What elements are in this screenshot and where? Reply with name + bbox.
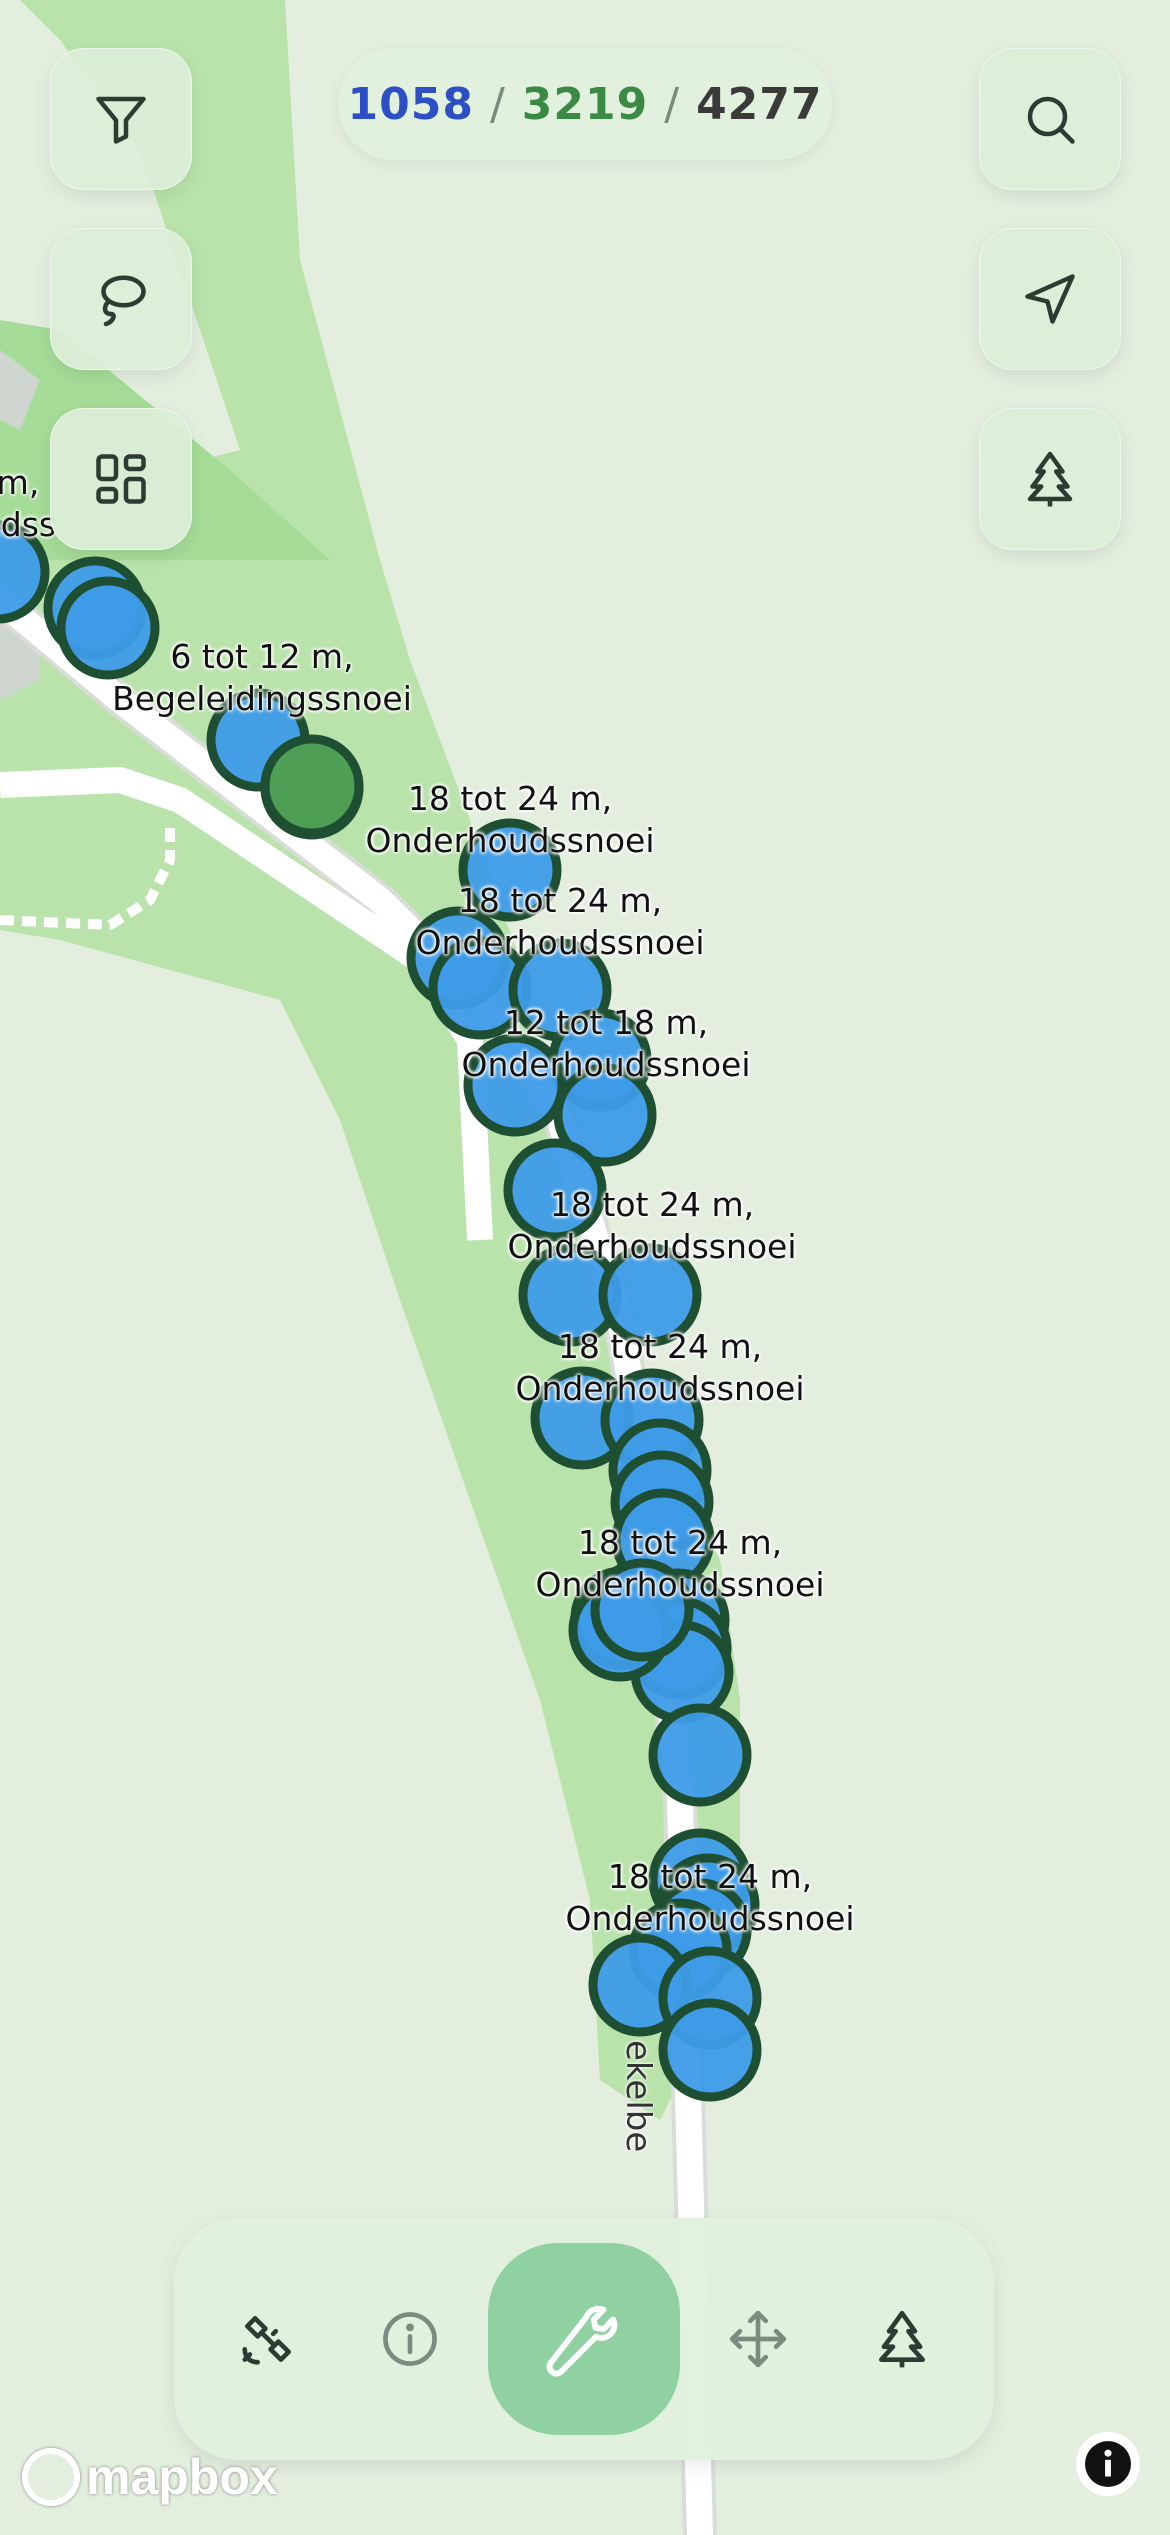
info-icon [383, 2312, 437, 2366]
lasso-icon [101, 275, 146, 327]
layers-button[interactable] [50, 408, 192, 550]
mapbox-logo-text: mapbox [86, 2449, 278, 2505]
filter-icon [96, 96, 146, 144]
tree-label: 18 tot 24 m, Onderhoudssnoei [365, 779, 655, 860]
tree-label: 18 tot 24 m, Onderhoudssnoei [535, 1523, 825, 1604]
tree-marker[interactable] [658, 1998, 762, 2102]
tree-label: 18 tot 24 m, Onderhoudssnoei [415, 881, 705, 962]
search-button[interactable] [979, 48, 1121, 190]
move-button[interactable] [698, 2279, 818, 2399]
add-tree-button[interactable] [842, 2279, 962, 2399]
count-separator: / [489, 78, 506, 130]
tree-label: 18 tot 24 m, Onderhoudssnoei [515, 1327, 805, 1408]
tree-icon [1027, 451, 1073, 507]
attribution-button[interactable] [1076, 2432, 1140, 2496]
total-count: 4277 [696, 78, 823, 130]
info-button[interactable] [350, 2279, 470, 2399]
tree-marker-selected[interactable] [260, 734, 364, 838]
navigation-icon [1025, 274, 1075, 324]
tree-label: m,udss [0, 463, 57, 544]
layout-grid-icon [96, 454, 146, 504]
lasso-button[interactable] [50, 228, 192, 370]
info-icon [1085, 2441, 1131, 2487]
visible-count: 3219 [521, 78, 649, 130]
mapbox-logo[interactable]: mapbox [22, 2448, 278, 2506]
wrench-icon [546, 2305, 618, 2377]
move-icon [729, 2310, 787, 2368]
satellite-button[interactable] [208, 2279, 328, 2399]
tree-label: 18 tot 24 m, Onderhoudssnoei [565, 1857, 855, 1938]
search-icon [1027, 96, 1075, 144]
locate-button[interactable] [979, 228, 1121, 370]
mapbox-mark-icon [22, 2448, 80, 2506]
street-label: ekelbe [618, 2040, 658, 2153]
tree-counter: 1058 / 3219 / 4277 [338, 48, 832, 160]
satellite-icon [242, 2316, 291, 2365]
tree-button[interactable] [979, 408, 1121, 550]
bottom-toolbar [174, 2218, 994, 2460]
tree-icon [879, 2310, 925, 2368]
filter-button[interactable] [50, 48, 192, 190]
edit-tool-button[interactable] [488, 2243, 680, 2435]
selected-count: 1058 [347, 78, 474, 130]
tree-label: 12 tot 18 m, Onderhoudssnoei [461, 1003, 751, 1084]
count-separator: / [664, 78, 681, 130]
tree-marker[interactable] [648, 1703, 752, 1807]
tree-label: 6 tot 12 m, Begeleidingssnoei [112, 637, 412, 718]
tree-label: 18 tot 24 m, Onderhoudssnoei [507, 1185, 797, 1266]
